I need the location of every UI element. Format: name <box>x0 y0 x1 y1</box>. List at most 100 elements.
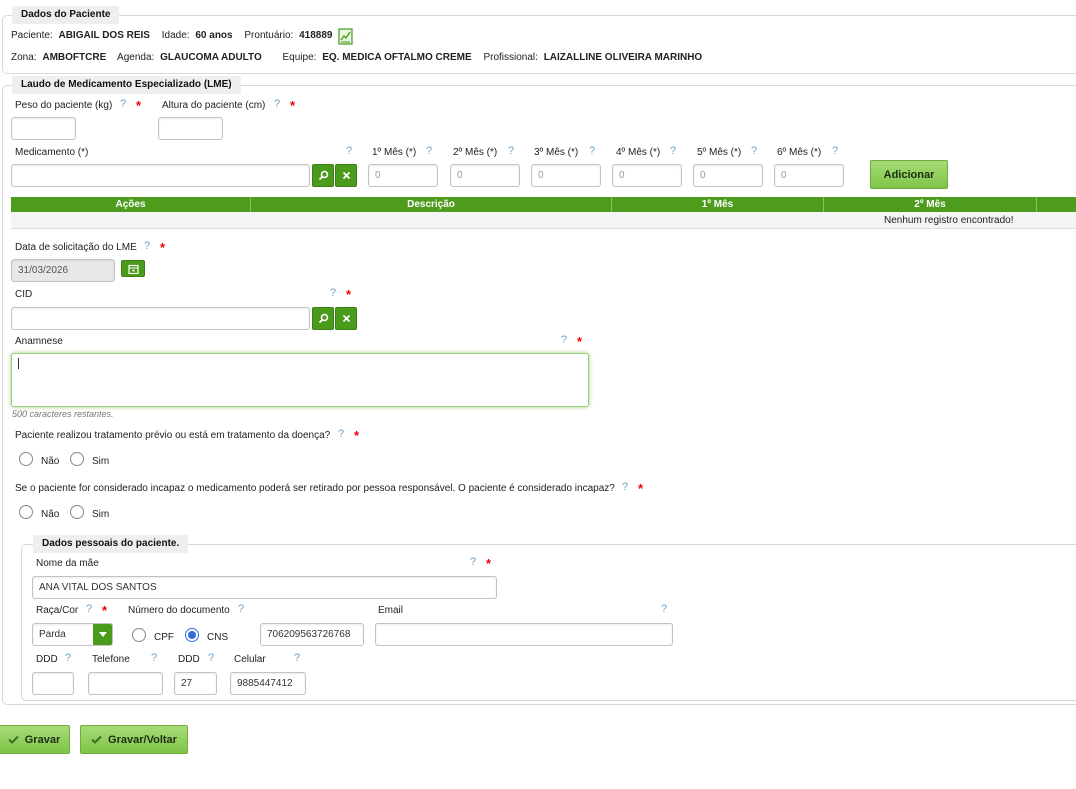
col-descricao[interactable]: Descrição <box>251 197 612 212</box>
calendar-button[interactable] <box>121 260 145 277</box>
data-required-icon: * <box>160 240 166 255</box>
add-button-label: Adicionar <box>883 168 935 181</box>
peso-input[interactable] <box>11 117 76 140</box>
cid-clear-button[interactable] <box>335 307 357 330</box>
month-6-help-icon[interactable]: ? <box>832 145 838 157</box>
cid-help-icon[interactable]: ? <box>330 287 336 299</box>
raca-required-icon: * <box>102 603 108 618</box>
celular-label: Celular <box>234 654 266 665</box>
medicamento-clear-button[interactable] <box>335 164 357 187</box>
personal-legend: Dados pessoais do paciente. <box>33 535 189 554</box>
telefone-label: Telefone <box>92 654 130 665</box>
doc-input[interactable]: 706209563726768 <box>260 623 364 646</box>
incapaz-nao-radio[interactable] <box>19 505 33 519</box>
telefone-input[interactable] <box>88 672 163 695</box>
altura-required-icon: * <box>290 98 296 113</box>
month-2-input[interactable]: 0 <box>450 164 520 187</box>
ddd2-help-icon[interactable]: ? <box>208 652 214 664</box>
search-icon <box>318 313 328 324</box>
incapaz-sim-label[interactable]: Sim <box>92 509 109 520</box>
cid-search-button[interactable] <box>312 307 334 330</box>
tratamento-nao-label[interactable]: Não <box>41 456 59 467</box>
col-mes-1[interactable]: 1º Mês <box>612 197 824 212</box>
celular-help-icon[interactable]: ? <box>294 652 300 664</box>
month-1-help-icon[interactable]: ? <box>426 145 432 157</box>
month-3-input[interactable]: 0 <box>531 164 601 187</box>
patient-legend: Dados do Paciente <box>12 6 120 25</box>
celular-input[interactable]: 9885447412 <box>230 672 306 695</box>
paciente-label: Paciente: <box>11 30 53 41</box>
anamnese-help-icon[interactable]: ? <box>561 334 567 346</box>
doc-cns-radio[interactable] <box>185 628 199 642</box>
mae-label: Nome da mãe <box>36 558 99 569</box>
month-4-help-icon[interactable]: ? <box>670 145 676 157</box>
email-help-icon[interactable]: ? <box>661 603 667 615</box>
data-help-icon[interactable]: ? <box>144 240 150 252</box>
month-2-help-icon[interactable]: ? <box>508 145 514 157</box>
month-4-input[interactable]: 0 <box>612 164 682 187</box>
ddd-input[interactable] <box>32 672 74 695</box>
chevron-down-icon[interactable] <box>93 624 112 645</box>
equipe-label: Equipe: <box>282 52 317 63</box>
data-input[interactable]: 31/03/2026 <box>11 259 115 282</box>
telefone-help-icon[interactable]: ? <box>151 652 157 664</box>
doc-cpf-label[interactable]: CPF <box>154 632 174 643</box>
medicamento-label: Medicamento (*) <box>15 147 89 158</box>
tratamento-sim-radio[interactable] <box>70 452 84 466</box>
col-acoes[interactable]: Ações <box>11 197 251 212</box>
raca-help-icon[interactable]: ? <box>86 603 92 615</box>
ddd2-label: DDD <box>178 654 200 665</box>
medicamento-search-button[interactable] <box>312 164 334 187</box>
incapaz-sim-radio[interactable] <box>70 505 84 519</box>
anamnese-label: Anamnese <box>15 336 63 347</box>
month-5-input[interactable]: 0 <box>693 164 763 187</box>
raca-select-value: Parda <box>39 629 66 640</box>
month-1-label: 1º Mês (*) <box>372 147 417 158</box>
close-icon <box>342 314 350 323</box>
email-label: Email <box>378 605 404 616</box>
month-6-input[interactable]: 0 <box>774 164 844 187</box>
raca-select[interactable]: Parda <box>32 623 113 646</box>
medicamento-input[interactable] <box>11 164 310 187</box>
gravar-voltar-button[interactable]: Gravar/Voltar <box>80 725 188 754</box>
altura-help-icon[interactable]: ? <box>274 98 280 110</box>
tratamento-help-icon[interactable]: ? <box>338 428 344 440</box>
tratamento-nao-radio[interactable] <box>19 452 33 466</box>
gravar-button[interactable]: Gravar <box>0 725 70 754</box>
add-button[interactable]: Adicionar <box>870 160 948 189</box>
mae-help-icon[interactable]: ? <box>470 556 476 568</box>
col-mes-2[interactable]: 2º Mês <box>824 197 1037 212</box>
email-input[interactable] <box>375 623 673 646</box>
check-icon <box>8 735 19 744</box>
close-icon <box>342 171 350 180</box>
incapaz-nao-label[interactable]: Não <box>41 509 59 520</box>
month-3-label: 3º Mês (*) <box>534 147 579 158</box>
peso-label: Peso do paciente (kg) <box>15 100 113 111</box>
doc-cpf-radio[interactable] <box>132 628 146 642</box>
profissional-label: Profissional: <box>483 52 538 63</box>
doc-cns-label[interactable]: CNS <box>207 632 228 643</box>
prontuario-label: Prontuário: <box>244 30 294 41</box>
mae-required-icon: * <box>486 556 492 571</box>
zona-value: AMBOFTCRE <box>42 52 107 63</box>
month-3-help-icon[interactable]: ? <box>589 145 595 157</box>
ddd2-input[interactable]: 27 <box>174 672 217 695</box>
col-extra <box>1037 197 1076 212</box>
ddd-help-icon[interactable]: ? <box>65 652 71 664</box>
patient-fieldset <box>2 15 1076 74</box>
month-1-input[interactable]: 0 <box>368 164 438 187</box>
chart-report-icon[interactable] <box>338 28 353 45</box>
tratamento-sim-label[interactable]: Sim <box>92 456 109 467</box>
month-6-label: 6º Mês (*) <box>777 147 822 158</box>
medicamento-help-icon[interactable]: ? <box>346 145 352 157</box>
text-cursor <box>18 358 19 369</box>
mae-input[interactable]: ANA VITAL DOS SANTOS <box>32 576 497 599</box>
month-5-help-icon[interactable]: ? <box>751 145 757 157</box>
incapaz-help-icon[interactable]: ? <box>622 481 628 493</box>
peso-help-icon[interactable]: ? <box>120 98 126 110</box>
altura-input[interactable] <box>158 117 223 140</box>
cid-input[interactable] <box>11 307 310 330</box>
equipe-value: EQ. MEDICA OFTALMO CREME <box>322 52 472 63</box>
anamnese-textarea[interactable] <box>11 353 589 407</box>
doc-help-icon[interactable]: ? <box>238 603 244 615</box>
